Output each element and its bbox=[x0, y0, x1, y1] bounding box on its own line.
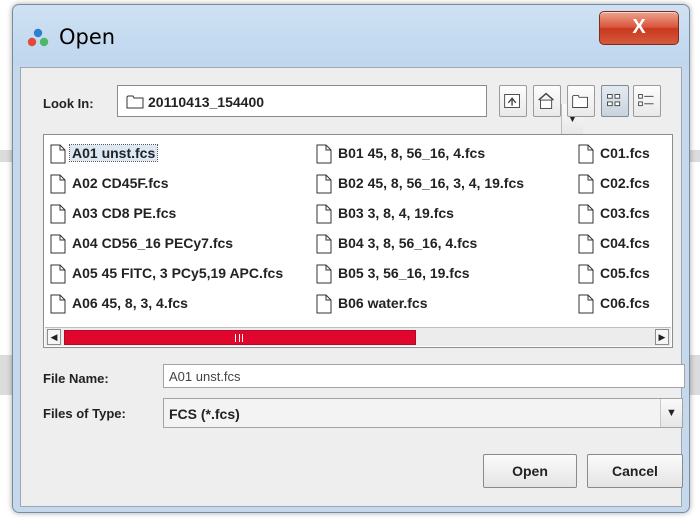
file-name-input[interactable] bbox=[164, 365, 684, 387]
title-bar[interactable]: Open X bbox=[13, 5, 689, 65]
file-icon bbox=[316, 204, 332, 224]
scroll-right-icon[interactable]: ▶ bbox=[655, 329, 669, 345]
file-name: B06 water.fcs bbox=[338, 295, 428, 311]
look-in-dropdown[interactable]: 20110413_154400 ▼ bbox=[117, 85, 583, 134]
file-icon bbox=[50, 144, 66, 164]
file-name: A06 45, 8, 3, 4.fcs bbox=[72, 295, 188, 311]
up-folder-icon bbox=[504, 94, 520, 108]
file-icon bbox=[578, 144, 594, 164]
file-name: C05.fcs bbox=[600, 265, 650, 281]
folder-icon bbox=[126, 95, 144, 109]
file-name-label: File Name: bbox=[43, 371, 109, 386]
app-logo-icon bbox=[27, 28, 49, 47]
chevron-down-icon[interactable]: ▼ bbox=[660, 399, 682, 427]
details-view-button[interactable] bbox=[633, 85, 661, 117]
open-button[interactable]: Open bbox=[483, 454, 577, 488]
file-name-field-box bbox=[163, 364, 685, 388]
home-icon bbox=[538, 92, 554, 109]
file-icon bbox=[578, 234, 594, 254]
home-button[interactable] bbox=[533, 85, 561, 117]
look-in-value: 20110413_154400 bbox=[148, 94, 265, 110]
look-in-label: Look In: bbox=[43, 96, 94, 111]
file-name: A04 CD56_16 PECy7.fcs bbox=[72, 235, 234, 251]
file-name: C01.fcs bbox=[600, 145, 650, 161]
file-icon bbox=[578, 204, 594, 224]
file-icon bbox=[50, 234, 66, 254]
scrollbar-thumb[interactable] bbox=[64, 330, 416, 345]
new-folder-button[interactable] bbox=[567, 85, 595, 117]
file-name: A03 CD8 PE.fcs bbox=[72, 205, 177, 221]
file-name: C04.fcs bbox=[600, 235, 650, 251]
file-icon bbox=[50, 174, 66, 194]
file-name: A02 CD45F.fcs bbox=[72, 175, 169, 191]
file-icon bbox=[578, 174, 594, 194]
file-icon bbox=[316, 264, 332, 284]
file-icon bbox=[316, 234, 332, 254]
details-view-icon bbox=[638, 94, 654, 107]
new-folder-icon bbox=[572, 94, 588, 108]
file-icon bbox=[50, 204, 66, 224]
list-view-icon bbox=[607, 94, 621, 107]
file-type-label: Files of Type: bbox=[43, 406, 126, 421]
close-button[interactable]: X bbox=[599, 11, 679, 45]
window-title: Open bbox=[59, 25, 116, 49]
file-icon bbox=[578, 264, 594, 284]
file-name: B05 3, 56_16, 19.fcs bbox=[338, 265, 470, 281]
file-icon bbox=[316, 294, 332, 314]
grip-icon bbox=[235, 334, 243, 342]
file-icon bbox=[316, 144, 332, 164]
file-type-dropdown[interactable]: FCS (*.fcs) ▼ bbox=[163, 398, 683, 428]
list-view-button[interactable] bbox=[601, 85, 629, 117]
dialog-content: Look In: 20110413_154400 ▼ ◀ ▶ A01 unst.… bbox=[20, 67, 685, 507]
file-list[interactable]: ◀ ▶ A01 unst.fcs A02 CD45F.fcs A03 CD8 PE.… bbox=[43, 134, 673, 348]
file-name: B04 3, 8, 56_16, 4.fcs bbox=[338, 235, 478, 251]
file-name: B02 45, 8, 56_16, 3, 4, 19.fcs bbox=[338, 175, 525, 191]
file-name: B01 45, 8, 56_16, 4.fcs bbox=[338, 145, 486, 161]
file-name: A05 45 FITC, 3 PCy5,19 APC.fcs bbox=[72, 265, 284, 281]
file-name: C02.fcs bbox=[600, 175, 650, 191]
cancel-button[interactable]: Cancel bbox=[587, 454, 683, 488]
file-icon bbox=[50, 264, 66, 284]
file-icon bbox=[316, 174, 332, 194]
file-type-value: FCS (*.fcs) bbox=[169, 406, 240, 422]
horizontal-scrollbar[interactable]: ◀ ▶ bbox=[45, 327, 671, 346]
file-name: C03.fcs bbox=[600, 205, 650, 221]
up-folder-button[interactable] bbox=[499, 85, 527, 117]
file-name: B03 3, 8, 4, 19.fcs bbox=[338, 205, 454, 221]
file-icon bbox=[50, 294, 66, 314]
open-dialog: Open X Look In: 20110413_154400 ▼ ◀ ▶ A0… bbox=[12, 4, 690, 513]
scroll-left-icon[interactable]: ◀ bbox=[47, 329, 61, 345]
close-icon: X bbox=[632, 16, 646, 38]
file-icon bbox=[578, 294, 594, 314]
file-name: A01 unst.fcs bbox=[68, 144, 159, 162]
file-name: C06.fcs bbox=[600, 295, 650, 311]
